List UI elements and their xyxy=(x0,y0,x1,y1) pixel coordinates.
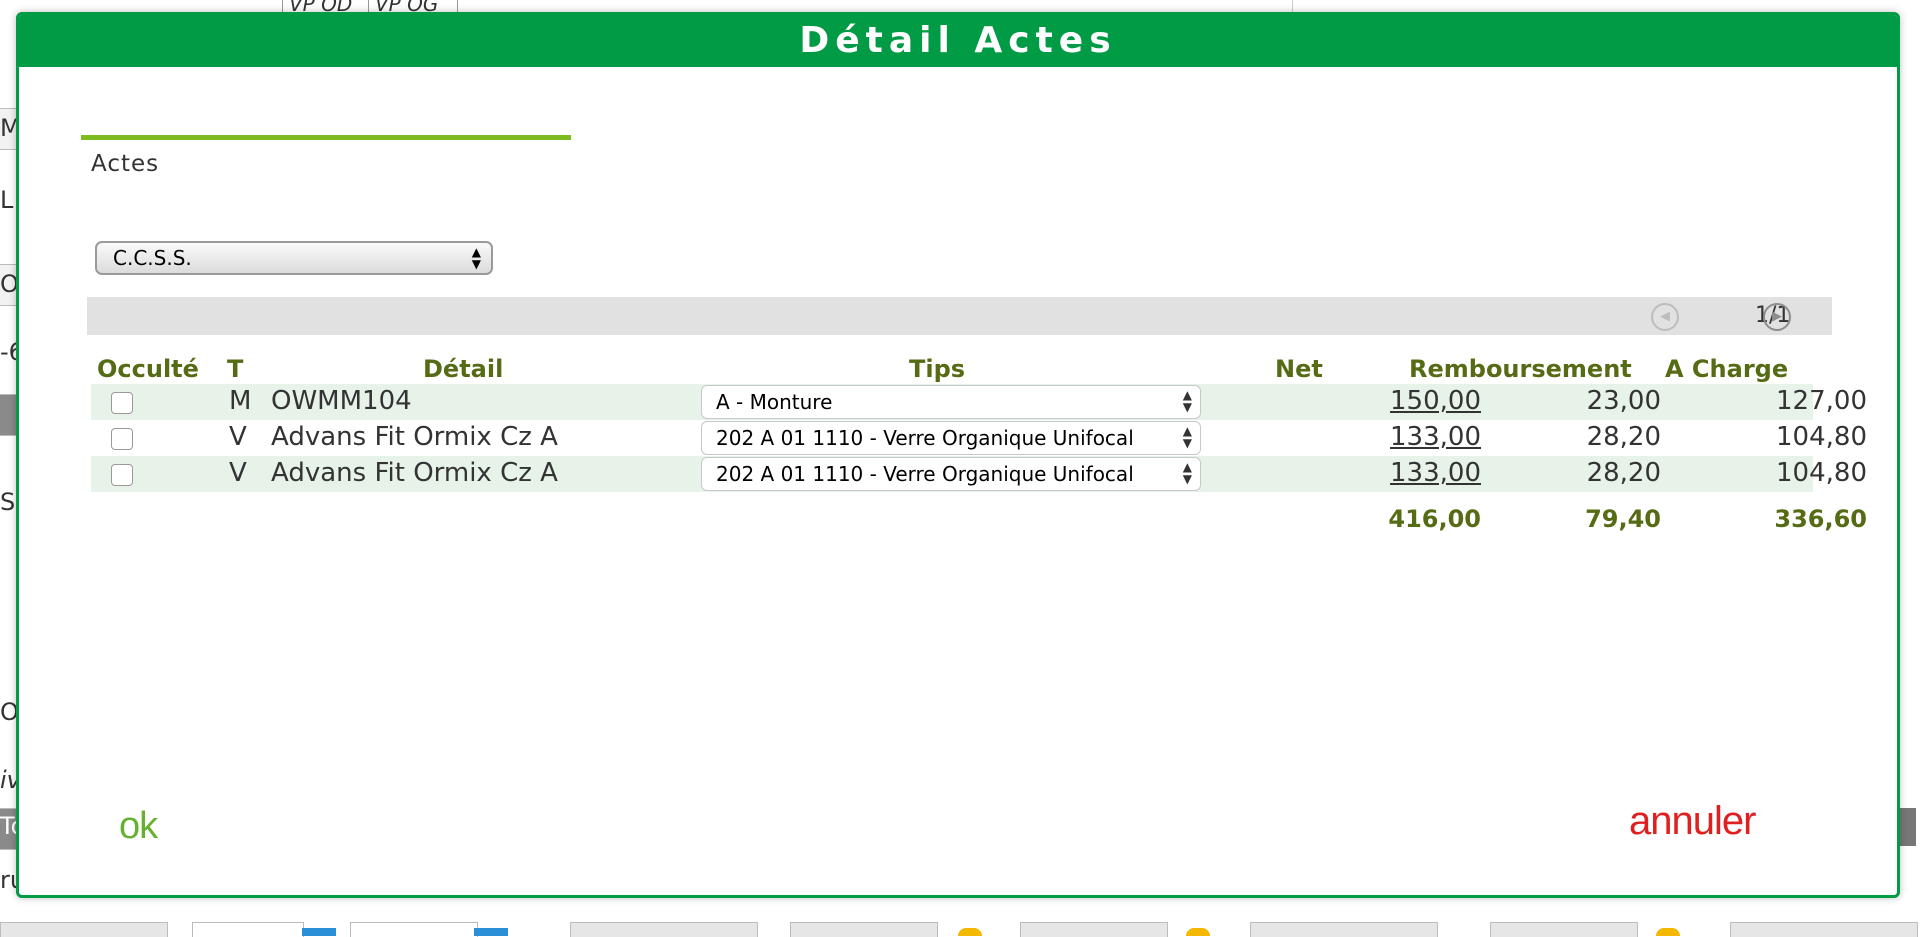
row-a-charge: 127,00 xyxy=(1776,386,1867,416)
bg-bottom-button xyxy=(790,922,938,937)
column-header-remboursement: Remboursement xyxy=(1409,355,1632,383)
row-detail: OWMM104 xyxy=(271,386,412,416)
table-row: M OWMM104 A - Monture ▲ ▼ 150,00 23,00 12… xyxy=(91,384,1867,420)
occulte-checkbox[interactable] xyxy=(111,464,133,486)
bg-warning-icon xyxy=(1186,928,1210,936)
bg-warning-icon xyxy=(1656,928,1680,936)
bg-right-strip xyxy=(1900,808,1916,846)
bg-bottom-button xyxy=(1730,922,1918,937)
bg-bottom-field xyxy=(192,922,304,937)
tips-select-value: 202 A 01 1110 - Verre Organique Unifocal xyxy=(716,426,1134,450)
column-header-a-charge: A Charge xyxy=(1665,355,1789,383)
next-page-icon[interactable]: ▶ xyxy=(1763,303,1791,331)
section-tab-underline xyxy=(81,135,571,140)
column-header-type: T xyxy=(227,355,244,383)
tips-select[interactable]: A - Monture ▲ ▼ xyxy=(701,385,1201,419)
bg-blue-marker xyxy=(302,928,336,936)
ok-button[interactable]: ok xyxy=(119,805,158,848)
tips-select[interactable]: 202 A 01 1110 - Verre Organique Unifocal… xyxy=(701,457,1201,491)
pager-bar: ◀ 1/1 ▶ xyxy=(87,297,1832,335)
bg-left-label: M xyxy=(0,114,16,142)
row-detail: Advans Fit Ormix Cz A xyxy=(271,458,558,488)
bg-bottom-field xyxy=(350,922,478,937)
net-amount-link[interactable]: 133,00 xyxy=(1291,420,1481,454)
row-type: M xyxy=(229,386,252,416)
row-a-charge: 104,80 xyxy=(1776,422,1867,452)
tips-select-value: A - Monture xyxy=(716,390,833,414)
net-amount-link[interactable]: 133,00 xyxy=(1291,456,1481,490)
row-remboursement: 28,20 xyxy=(1586,422,1661,452)
column-header-occulte: Occulté xyxy=(97,355,199,383)
select-arrows-icon: ▲ ▼ xyxy=(1182,388,1192,414)
total-net: 416,00 xyxy=(1388,505,1481,533)
bg-left-label: O xyxy=(0,270,16,298)
bg-bottom-button xyxy=(1490,922,1638,937)
bg-bottom-button xyxy=(570,922,758,937)
column-header-tips: Tips xyxy=(909,355,966,383)
column-header-detail: Détail xyxy=(423,355,504,383)
bg-left-label: ru xyxy=(0,866,16,894)
row-remboursement: 23,00 xyxy=(1586,386,1661,416)
tips-select-value: 202 A 01 1110 - Verre Organique Unifocal xyxy=(716,462,1134,486)
detail-actes-dialog: Détail Actes Actes C.C.S.S. ▲ ▼ ◀ 1/1 ▶ O… xyxy=(16,12,1900,898)
bg-left-label: To xyxy=(0,812,16,840)
cancel-button[interactable]: annuler xyxy=(1629,799,1756,844)
search-icon xyxy=(0,394,17,436)
row-detail: Advans Fit Ormix Cz A xyxy=(271,422,558,452)
bg-left-label: -6 xyxy=(0,338,16,366)
table-row: V Advans Fit Ormix Cz A 202 A 01 1110 - … xyxy=(91,456,1867,492)
section-title-actes[interactable]: Actes xyxy=(91,151,159,177)
net-amount-link[interactable]: 150,00 xyxy=(1291,384,1481,418)
bg-left-label: O xyxy=(0,698,16,726)
bg-bottom-button xyxy=(0,922,168,937)
tips-select[interactable]: 202 A 01 1110 - Verre Organique Unifocal… xyxy=(701,421,1201,455)
total-a-charge: 336,60 xyxy=(1774,505,1867,533)
organisme-select-value: C.C.S.S. xyxy=(113,246,192,270)
occulte-checkbox[interactable] xyxy=(111,428,133,450)
bg-left-label: L xyxy=(0,186,14,214)
row-remboursement: 28,20 xyxy=(1586,458,1661,488)
bg-left-label: iv xyxy=(0,766,16,794)
row-type: V xyxy=(229,458,247,488)
dialog-title: Détail Actes xyxy=(19,15,1897,67)
occulte-checkbox[interactable] xyxy=(111,392,133,414)
bg-bottom-button xyxy=(1250,922,1438,937)
bg-bottom-button xyxy=(1020,922,1168,937)
total-remboursement: 79,40 xyxy=(1585,505,1661,533)
bg-blue-marker xyxy=(474,928,508,936)
previous-page-icon[interactable]: ◀ xyxy=(1651,303,1679,331)
bg-left-label: Su xyxy=(0,488,16,516)
organisme-select[interactable]: C.C.S.S. ▲ ▼ xyxy=(95,241,493,275)
select-arrows-icon: ▲ ▼ xyxy=(1182,424,1192,450)
bg-warning-icon xyxy=(958,928,982,936)
select-arrows-icon: ▲ ▼ xyxy=(471,245,481,271)
column-header-net: Net xyxy=(1275,355,1323,383)
row-a-charge: 104,80 xyxy=(1776,458,1867,488)
row-type: V xyxy=(229,422,247,452)
select-arrows-icon: ▲ ▼ xyxy=(1182,460,1192,486)
table-row: V Advans Fit Ormix Cz A 202 A 01 1110 - … xyxy=(91,420,1867,456)
